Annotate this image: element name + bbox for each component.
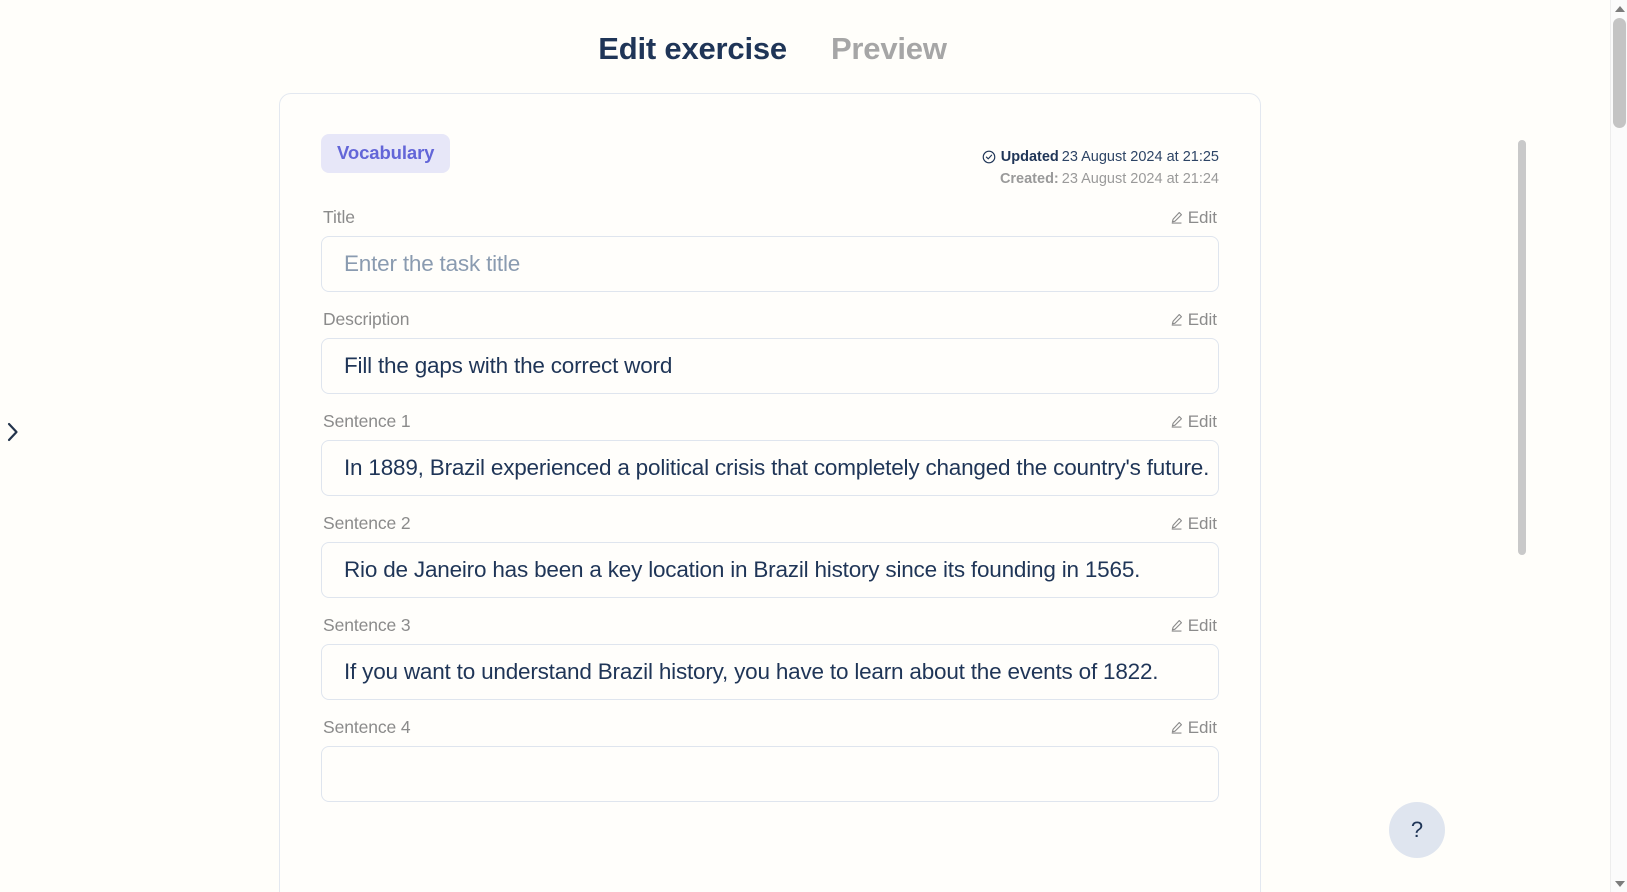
edit-sentence-2-button[interactable]: Edit	[1170, 514, 1217, 534]
pencil-icon	[1170, 211, 1183, 224]
created-timestamp: Created: 23 August 2024 at 21:24	[982, 168, 1219, 190]
sentence-1-input[interactable]: In 1889, Brazil experienced a political …	[321, 440, 1219, 496]
description-input-value: Fill the gaps with the correct word	[344, 353, 673, 378]
field-sentence-1-label: Sentence 1	[323, 411, 411, 431]
edit-sentence-2-label: Edit	[1187, 513, 1217, 533]
triangle-down-icon	[1614, 880, 1625, 887]
triangle-up-icon	[1614, 5, 1625, 12]
field-sentence-1: Sentence 1 Edit In 1889, Brazil experien…	[321, 411, 1219, 496]
exercise-card: Vocabulary Updated 23 August 2024 at 21:…	[279, 93, 1261, 892]
edit-title-button[interactable]: Edit	[1170, 208, 1217, 228]
edit-sentence-4-label: Edit	[1187, 717, 1217, 737]
field-sentence-2-head: Sentence 2 Edit	[321, 513, 1219, 542]
tab-edit-exercise[interactable]: Edit exercise	[598, 31, 787, 67]
title-input-placeholder: Enter the task title	[344, 251, 521, 276]
window-scrollbar[interactable]	[1610, 0, 1627, 892]
content-scrollbar-thumb[interactable]	[1518, 140, 1526, 555]
edit-sentence-4-button[interactable]: Edit	[1170, 718, 1217, 738]
field-sentence-1-head: Sentence 1 Edit	[321, 411, 1219, 440]
sentence-4-input[interactable]	[321, 746, 1219, 802]
field-title: Title Edit Enter the task title	[321, 207, 1219, 292]
sentence-3-input[interactable]: If you want to understand Brazil history…	[321, 644, 1219, 700]
description-input[interactable]: Fill the gaps with the correct word	[321, 338, 1219, 394]
field-title-label: Title	[323, 207, 355, 227]
help-button[interactable]: ?	[1389, 802, 1445, 858]
page-viewport: Edit exercise Preview Vocabulary Updated…	[0, 0, 1545, 892]
created-label: Created:	[999, 171, 1059, 188]
field-description-label: Description	[323, 309, 410, 329]
updated-timestamp: Updated 23 August 2024 at 21:25	[982, 146, 1219, 168]
field-sentence-4-label: Sentence 4	[323, 717, 411, 737]
timestamps: Updated 23 August 2024 at 21:25 Created:…	[982, 134, 1219, 191]
chevron-right-icon	[7, 422, 18, 442]
field-description: Description Edit Fill the gaps with the …	[321, 309, 1219, 394]
field-sentence-4-head: Sentence 4 Edit	[321, 717, 1219, 746]
tab-preview[interactable]: Preview	[831, 31, 947, 67]
card-meta-row: Vocabulary Updated 23 August 2024 at 21:…	[321, 134, 1219, 190]
pencil-icon	[1170, 721, 1183, 734]
edit-description-button[interactable]: Edit	[1170, 310, 1217, 330]
updated-label: Updated	[1000, 149, 1059, 165]
updated-value: 23 August 2024 at 21:25	[1061, 149, 1219, 165]
scroll-down-button[interactable]	[1611, 875, 1627, 892]
exercise-tabs: Edit exercise Preview	[0, 0, 1545, 67]
title-input[interactable]: Enter the task title	[321, 236, 1219, 292]
pencil-icon	[1170, 517, 1183, 530]
field-sentence-3-label: Sentence 3	[323, 615, 411, 635]
field-sentence-3-head: Sentence 3 Edit	[321, 615, 1219, 644]
field-sentence-2-label: Sentence 2	[323, 513, 411, 533]
content-scrollbar[interactable]	[1517, 0, 1527, 892]
edit-sentence-3-label: Edit	[1187, 615, 1217, 635]
edit-sentence-1-button[interactable]: Edit	[1170, 412, 1217, 432]
field-sentence-2: Sentence 2 Edit Rio de Janeiro has been …	[321, 513, 1219, 598]
pencil-icon	[1170, 619, 1183, 632]
edit-sentence-1-label: Edit	[1187, 411, 1217, 431]
sidebar-expand-toggle[interactable]	[2, 416, 24, 448]
edit-description-label: Edit	[1187, 309, 1217, 329]
sentence-2-input[interactable]: Rio de Janeiro has been a key location i…	[321, 542, 1219, 598]
category-badge[interactable]: Vocabulary	[321, 134, 451, 173]
sentence-2-input-value: Rio de Janeiro has been a key location i…	[344, 557, 1141, 582]
sentence-3-input-value: If you want to understand Brazil history…	[344, 659, 1159, 684]
edit-sentence-3-button[interactable]: Edit	[1170, 616, 1217, 636]
check-circle-icon	[982, 150, 996, 164]
created-value: 23 August 2024 at 21:24	[1061, 171, 1219, 188]
pencil-icon	[1170, 313, 1183, 326]
edit-title-label: Edit	[1187, 207, 1217, 227]
scroll-up-button[interactable]	[1611, 0, 1627, 17]
pencil-icon	[1170, 415, 1183, 428]
field-sentence-3: Sentence 3 Edit If you want to understan…	[321, 615, 1219, 700]
field-sentence-4: Sentence 4 Edit	[321, 717, 1219, 802]
field-description-head: Description Edit	[321, 309, 1219, 338]
window-scrollbar-thumb[interactable]	[1613, 18, 1626, 128]
field-title-head: Title Edit	[321, 207, 1219, 236]
sentence-1-input-value: In 1889, Brazil experienced a political …	[344, 455, 1210, 480]
